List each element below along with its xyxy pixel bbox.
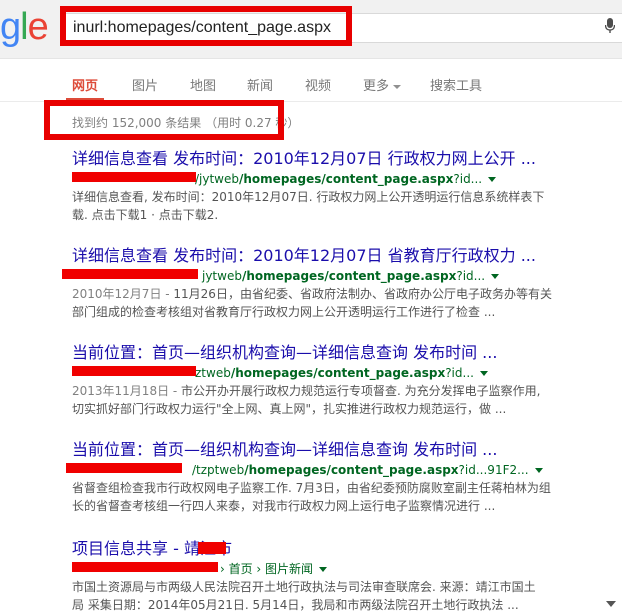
result-date: 2013年11月18日 - (72, 384, 182, 398)
result-snippet-text: 市公开办开展行政权力规范运行专项督查. 为充分发挥电子监察作用, (181, 384, 541, 398)
chevron-down-icon (393, 84, 402, 89)
query-highlight-box (60, 6, 352, 46)
result-url-suffix: ?id... (456, 269, 486, 283)
result-snippet-line: 切实抓好部门行政权力运行"全上网、真上网"，扎实推进行政权力规范运行，做 ... (72, 402, 507, 416)
result-snippet-line: 市国土资源局与市两级人民法院召开土地行政执法与司法审查联席会. 来源：靖江市国土 (72, 580, 536, 594)
search-result: 当前位置：首页—组织机构查询—详细信息查询 发布时间 ... /tzptweb/… (66, 439, 617, 515)
result-snippet-line: 2010年12月7日 - 11月26日，由省纪委、省政府法制办、省政府办公厅电子… (72, 285, 617, 303)
url-dropdown-icon[interactable] (319, 567, 328, 572)
result-url-bold: /homepages/content_page.aspx (244, 463, 459, 477)
search-result: 详细信息查看 发布时间：2010年12月07日 省教育厅行政权力 ... jyt… (62, 245, 617, 321)
tab-more[interactable]: 更多 (363, 75, 402, 94)
microphone-icon[interactable] (605, 18, 615, 34)
result-title-link[interactable]: 项目信息共享 - 靖江市 (72, 538, 617, 560)
result-url-suffix: ?id... (453, 172, 483, 186)
tab-images[interactable]: 图片 (132, 75, 158, 94)
tab-maps[interactable]: 地图 (190, 75, 216, 94)
result-breadcrumb: › 首页 › 图片新闻 (220, 562, 314, 576)
result-snippet-text: 11月26日，由省纪委、省政府法制办、省政府办公厅电子政务办等有关 (173, 287, 552, 301)
redaction-mark (72, 562, 218, 572)
redaction-mark (198, 542, 226, 554)
result-snippet-line: 省督查组检查我市行政权网电子监察工作. 7月3日，由省纪委预防腐败室副主任蒋柏林… (72, 481, 551, 495)
tab-videos[interactable]: 视频 (305, 75, 331, 94)
result-url-suffix: ?id... (445, 366, 474, 380)
redaction-mark (62, 269, 198, 279)
search-header: gle inurl:homepages/content_page.aspx (0, 0, 622, 59)
result-url-prefix: jytweb (202, 269, 242, 283)
result-url-bold: /homepages/content_page.aspx (239, 172, 454, 186)
result-title-link[interactable]: 当前位置：首页—组织机构查询—详细信息查询 发布时间 ... (72, 342, 617, 364)
url-dropdown-icon[interactable] (534, 468, 543, 473)
result-snippet-line: 详细信息查看, 发布时间：2010年12月07日. 行政权力网上公开透明运行信息… (72, 190, 545, 204)
result-snippet-line: 局 采集日期：2014年05月21日. 5月14日，我局和市两级法院召开土地行政… (72, 598, 519, 612)
stats-highlight-box (44, 100, 284, 140)
result-url-suffix: ?id...91F2... (458, 463, 529, 477)
result-title-link[interactable]: 详细信息查看 发布时间：2010年12月07日 省教育厅行政权力 ... (72, 245, 617, 267)
search-result: 当前位置：首页—组织机构查询—详细信息查询 发布时间 ... ztweb/hom… (72, 342, 617, 418)
result-url-bold: /homepages/content_page.aspx (241, 269, 457, 283)
google-logo[interactable]: gle (0, 4, 49, 50)
tab-more-label: 更多 (363, 79, 390, 94)
result-url-prefix: /jytweb (195, 172, 239, 186)
url-dropdown-icon[interactable] (488, 177, 497, 182)
result-date: 2010年12月7日 - (72, 287, 174, 301)
result-snippet-line: 部门组成的检查考核组对省教育厅行政权力网上公开透明运行工作进行了检查 ... (72, 305, 496, 319)
search-result: 详细信息查看 发布时间：2010年12月07日 行政权力网上公开 ... /jy… (72, 148, 617, 224)
result-snippet-line: 2013年11月18日 - 市公开办开展行政权力规范运行专项督查. 为充分发挥电… (72, 382, 617, 400)
search-tabs: 网页 图片 地图 新闻 视频 更多 搜索工具 (0, 58, 622, 102)
url-dropdown-icon[interactable] (479, 371, 488, 376)
redaction-mark (72, 172, 196, 182)
tab-news[interactable]: 新闻 (247, 75, 273, 94)
redaction-mark (72, 366, 196, 376)
scroll-down-arrow-icon[interactable] (606, 601, 616, 607)
tab-search-tools[interactable]: 搜索工具 (430, 75, 482, 94)
result-snippet-line: 长的省督查考核组一行四人来泰，对我市行政权力网上运行电子监察情况进行 ... (72, 499, 496, 513)
result-title-link[interactable]: 当前位置：首页—组织机构查询—详细信息查询 发布时间 ... (72, 439, 617, 461)
redaction-mark (66, 463, 182, 473)
result-title-link[interactable]: 详细信息查看 发布时间：2010年12月07日 行政权力网上公开 ... (72, 148, 617, 170)
result-url-bold: /homepages/content_page.aspx (230, 366, 446, 380)
result-url-prefix: /tzptweb (192, 463, 245, 477)
result-url-prefix: ztweb (195, 366, 231, 380)
search-result: 项目信息共享 - 靖江市 › 首页 › 图片新闻 市国土资源局与市两级人民法院召… (72, 538, 617, 614)
result-snippet-line: 载. 点击下载1 · 点击下载2. (72, 208, 219, 222)
url-dropdown-icon[interactable] (491, 274, 500, 279)
tab-web[interactable]: 网页 (72, 75, 98, 94)
